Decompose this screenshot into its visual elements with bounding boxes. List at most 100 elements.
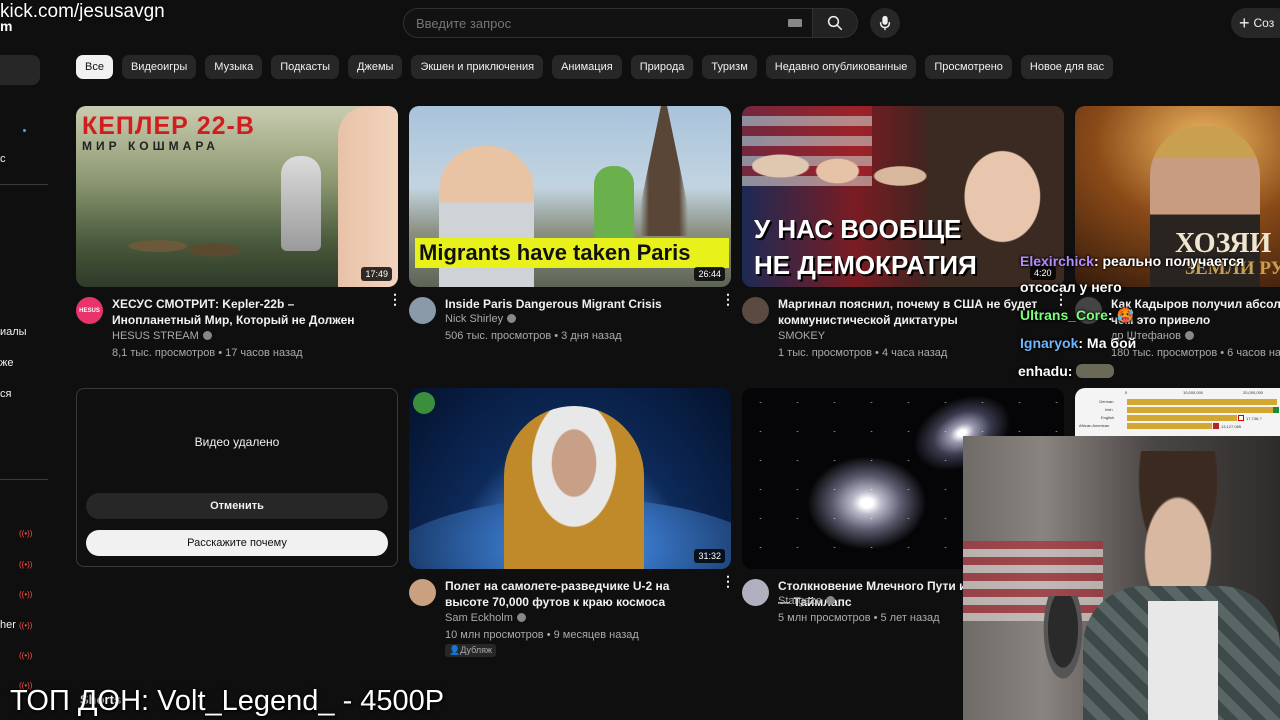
thumbnail-streamer-face [338, 106, 398, 287]
sidebar-item-label[interactable]: her [0, 619, 16, 631]
channel-name[interactable]: Nick Shirley [445, 313, 517, 325]
create-label: Соз [1253, 16, 1275, 30]
chip-all[interactable]: Все [76, 55, 113, 79]
chip-jams[interactable]: Джемы [348, 55, 403, 79]
sidebar-item-label[interactable]: ся [0, 388, 11, 400]
thumbnail-creatures [116, 226, 256, 266]
video-thumbnail[interactable]: Migrants have taken Paris 26:44 [409, 106, 731, 287]
voice-search-button[interactable] [870, 8, 900, 38]
video-thumbnail[interactable]: У НАС ВООБЩЕ НЕ ДЕМОКРАТИЯ [742, 106, 1064, 287]
live-icon: ((•)) [19, 590, 33, 599]
video-title[interactable]: Как Кадыров получил абсолю [1111, 296, 1280, 312]
more-actions-icon[interactable]: ⋮ [388, 292, 402, 306]
channel-name[interactable]: Stargaze [778, 595, 836, 607]
removed-video-panel: Видео удалено Отменить Расскажите почему [76, 388, 398, 567]
chip-action-adventure[interactable]: Экшен и приключения [411, 55, 544, 79]
more-actions-icon[interactable]: ⋮ [1054, 292, 1068, 306]
chip-recently-uploaded[interactable]: Недавно опубликованные [765, 55, 917, 79]
sidebar-item-home[interactable] [0, 55, 40, 85]
video-thumbnail[interactable]: КЕПЛЕР 22-В МИР КОШМАРА 17:49 [76, 106, 398, 287]
chip-watched[interactable]: Просмотрено [925, 55, 1012, 79]
thumbnail-text-2: НЕ ДЕМОКРАТИЯ [754, 250, 977, 280]
video-title[interactable]: ХЕСУС СМОТРИТ: Kepler-22b – Инопланетный… [112, 296, 382, 330]
video-title-line2[interactable]: чем это привело [1111, 312, 1280, 328]
keyboard-icon[interactable] [788, 19, 802, 27]
mini-chart-tick: 10,000,000 [1183, 390, 1204, 395]
mini-chart-bar [1127, 407, 1277, 413]
live-icon: ((•)) [19, 621, 33, 630]
video-card[interactable]: У НАС ВООБЩЕ НЕ ДЕМОКРАТИЯ Маргинал пояс… [742, 106, 1068, 367]
sidebar-divider [0, 479, 48, 480]
video-card[interactable]: Migrants have taken Paris 26:44 Inside P… [409, 106, 735, 367]
chip-tourism[interactable]: Туризм [702, 55, 757, 79]
video-card[interactable]: КЕПЛЕР 22-В МИР КОШМАРА 17:49 HESUS ХЕСУ… [76, 106, 402, 367]
tell-why-button[interactable]: Расскажите почему [86, 530, 388, 556]
chat-message: отсосал у него [1020, 279, 1122, 295]
mini-chart-bar [1127, 415, 1237, 421]
channel-avatar[interactable] [409, 297, 436, 324]
chip-animation[interactable]: Анимация [552, 55, 622, 79]
chip-new-for-you[interactable]: Новое для вас [1020, 55, 1114, 79]
avatar-text: HESUS [79, 307, 100, 314]
video-thumbnail[interactable]: 0 10,000,000 20,000,000 German Irish Eng… [1075, 388, 1280, 436]
video-title[interactable]: Inside Paris Dangerous Migrant Crisis [445, 296, 715, 312]
search-box[interactable] [403, 8, 813, 38]
removed-video-title: Видео удалено [194, 435, 280, 449]
video-stats: 10 млн просмотров • 9 месяцев назад [445, 629, 639, 641]
mini-chart-bar-flag [1238, 415, 1244, 421]
sidebar-item-label[interactable]: же [0, 357, 13, 369]
video-duration: 31:32 [694, 549, 725, 563]
thumbnail-astronaut [281, 156, 321, 251]
video-card[interactable]: 31:32 Полет на самолете-разведчике U-2 н… [409, 388, 735, 657]
search-button[interactable] [812, 8, 858, 38]
top-donation-overlay: ТОП ДОН: Volt_Legend_ - 4500Р [10, 685, 445, 717]
verified-icon [507, 314, 517, 323]
video-stats: 180 тыс. просмотров • 6 часов на [1111, 347, 1280, 359]
mini-chart: 0 10,000,000 20,000,000 German Irish Eng… [1075, 388, 1280, 436]
chip-music[interactable]: Музыка [205, 55, 263, 79]
thumbnail-pilot [504, 406, 644, 569]
sidebar-item-label[interactable]: иалы [0, 326, 27, 338]
subscriptions-new-dot [23, 129, 26, 132]
mini-chart-bar [1127, 399, 1277, 405]
video-card[interactable]: ХОЗЯИ ЗЕМЛИ РУСС Как Кадыров получил абс… [1075, 106, 1280, 367]
video-title[interactable]: Маргинал пояснил, почему в США не будет … [778, 296, 1048, 328]
mini-chart-tick: 0 [1125, 390, 1128, 395]
video-stats: 5 млн просмотров • 5 лет назад [778, 612, 940, 624]
search-input[interactable] [404, 9, 812, 37]
mini-chart-value: 13,127,085 [1221, 424, 1242, 429]
channel-avatar[interactable] [409, 579, 436, 606]
channel-name[interactable]: SMOKEY [778, 330, 825, 342]
channel-avatar[interactable] [742, 579, 769, 606]
video-title[interactable]: Полет на самолете-разведчике U-2 на высо… [445, 578, 715, 610]
filter-chips: Все Видеоигры Музыка Подкасты Джемы Экше… [76, 55, 1114, 79]
channel-avatar[interactable]: HESUS [76, 297, 103, 324]
sidebar-item-label[interactable]: с [0, 153, 6, 165]
webcam-overlay [963, 436, 1280, 720]
sidebar-divider [0, 184, 48, 185]
video-thumbnail[interactable]: 31:32 [409, 388, 731, 569]
plus-icon: + [1239, 13, 1250, 33]
thumbnail-eiffel-tower [634, 106, 694, 236]
channel-name[interactable]: Sam Eckholm [445, 612, 526, 624]
chat-text: : 🥵 [1107, 307, 1134, 323]
live-icon: ((•)) [19, 529, 33, 538]
undo-button[interactable]: Отменить [86, 493, 388, 519]
mini-chart-bar-flag [1213, 423, 1219, 429]
more-actions-icon[interactable]: ⋮ [721, 292, 735, 306]
channel-avatar[interactable] [742, 297, 769, 324]
mini-chart-row-label: Irish [1105, 407, 1113, 412]
video-stats: 8,1 тыс. просмотров • 17 часов назад [112, 347, 303, 359]
chip-podcasts[interactable]: Подкасты [271, 55, 340, 79]
chat-username: Ignaryok [1020, 335, 1079, 351]
video-stats: 1 тыс. просмотров • 4 часа назад [778, 347, 948, 359]
more-actions-icon[interactable]: ⋮ [721, 574, 735, 588]
live-icon: ((•)) [19, 651, 33, 660]
dubbing-icon: 👤 [449, 645, 461, 655]
chip-videogames[interactable]: Видеоигры [121, 55, 197, 79]
chat-text: : [1067, 363, 1073, 379]
channel-name[interactable]: HESUS STREAM [112, 330, 212, 342]
create-button[interactable]: + Соз [1231, 8, 1280, 38]
chip-nature[interactable]: Природа [630, 55, 694, 79]
video-duration: 26:44 [694, 267, 725, 281]
